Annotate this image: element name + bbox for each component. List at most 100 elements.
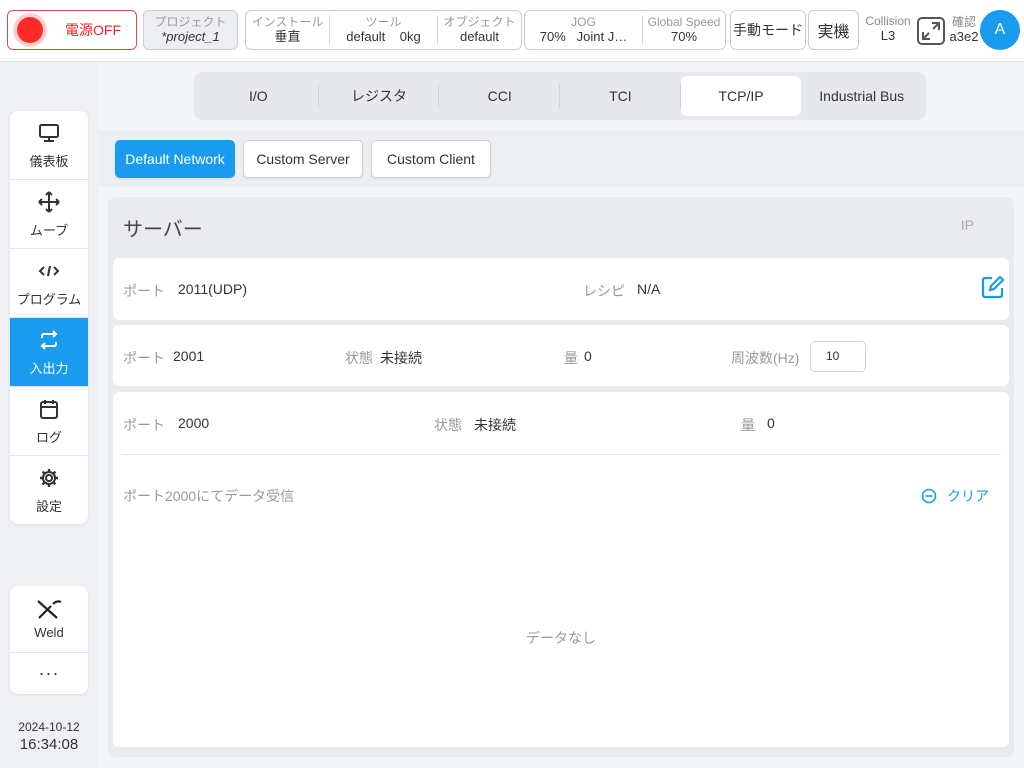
weld-button[interactable]: Weld [10, 586, 88, 653]
clear-button[interactable]: クリア [921, 486, 989, 506]
confirm-status[interactable]: 確認 a3e2 [946, 15, 982, 45]
global-speed-value: 70% [670, 29, 698, 44]
date-text: 2024-10-12 [18, 720, 80, 734]
project-selector[interactable]: プロジェクト *project_1 [143, 10, 238, 50]
object-label: オブジェクト [443, 15, 516, 29]
tab-cci[interactable]: CCI [439, 76, 560, 116]
amount-label: 量 [741, 417, 755, 433]
tool-label: ツール [365, 15, 402, 29]
project-label: プロジェクト [154, 15, 227, 29]
recipe-value: N/A [637, 281, 661, 297]
installation-group[interactable]: インストール 垂直 ツール default 0kg オブジェクト default [245, 10, 522, 50]
jog-group[interactable]: JOG 70% Joint J… Global Speed 70% [524, 10, 726, 50]
tab-tcpip[interactable]: TCP/IP [680, 76, 802, 116]
port-label: ポート [123, 283, 165, 299]
status-label: 状態 [434, 417, 462, 433]
main-content: I/O レジスタ CCI TCI TCP/IP Industrial Bus D… [98, 62, 1024, 768]
tab-register[interactable]: レジスタ [319, 76, 440, 116]
divider [121, 454, 1001, 455]
plugin-panel: Weld ··· [10, 586, 88, 694]
manual-mode-button[interactable]: 手動モード [730, 10, 806, 50]
port-label: ポート [123, 350, 165, 366]
time-text: 16:34:08 [19, 736, 79, 753]
jog-speed: 70% [539, 29, 566, 44]
tab-tci[interactable]: TCI [560, 76, 681, 116]
sidebar-item-label: 儀表板 [29, 153, 69, 169]
collision-level[interactable]: Collision L3 [862, 14, 914, 44]
port-label: ポート [123, 417, 165, 433]
custom-server-button[interactable]: Custom Server [243, 140, 363, 178]
sidebar-item-label: プログラム [16, 291, 82, 307]
weld-label: Weld [34, 625, 64, 640]
minus-circle-icon [921, 488, 937, 504]
status-value: 未接続 [474, 417, 516, 433]
receive-label: ポート2000にてデータ受信 [123, 488, 295, 504]
confirm-label: 確認 [951, 15, 976, 29]
jog-value: 70% Joint J… [525, 29, 642, 45]
global-speed-cell[interactable]: Global Speed 70% [643, 15, 725, 45]
sidebar-item-program[interactable]: プログラム [10, 249, 88, 318]
amount-label: 量 [564, 350, 578, 366]
frequency-input[interactable]: 10 [810, 341, 866, 372]
sidebar-item-log[interactable]: ログ [10, 387, 88, 456]
edit-icon[interactable] [980, 274, 1006, 300]
calendar-icon [38, 397, 60, 421]
tab-io[interactable]: I/O [198, 76, 319, 116]
global-speed-label: Global Speed [647, 15, 721, 29]
port-value: 2001 [173, 348, 205, 364]
custom-client-button[interactable]: Custom Client [371, 140, 491, 178]
object-value: default [459, 29, 500, 44]
clock: 2024-10-12 16:34:08 [10, 720, 88, 753]
collision-label: Collision [865, 14, 911, 28]
swap-icon [38, 328, 60, 352]
sidebar-nav: 儀表板 ムーブ プログラム 入出力 ログ 設定 [10, 111, 88, 524]
ip-label: IP [960, 217, 974, 233]
status-value: 未接続 [380, 350, 422, 366]
empty-state: データなし [526, 630, 596, 646]
gear-icon [38, 466, 60, 490]
status-label: 状態 [345, 350, 373, 366]
sidebar-item-settings[interactable]: 設定 [10, 456, 88, 524]
jog-cell[interactable]: JOG 70% Joint J… [525, 15, 643, 45]
avatar[interactable]: A [980, 10, 1020, 50]
sidebar-item-label: 入出力 [29, 360, 69, 376]
tab-industrial-bus[interactable]: Industrial Bus [801, 76, 922, 116]
install-value: 垂直 [274, 29, 301, 44]
weld-icon [35, 598, 63, 625]
recipe-label: レシピ [583, 283, 625, 299]
port-value: 2011(UDP) [178, 281, 247, 297]
real-machine-button[interactable]: 実機 [808, 10, 859, 50]
network-subtabs: Default Network Custom Server Custom Cli… [98, 130, 1024, 186]
frequency-label: 周波数(Hz) [731, 350, 800, 366]
fullscreen-icon[interactable] [916, 16, 946, 46]
install-cell[interactable]: インストール 垂直 [246, 15, 330, 45]
server-title: サーバー [123, 219, 203, 241]
io-tabs: I/O レジスタ CCI TCI TCP/IP Industrial Bus [194, 72, 926, 120]
tool-weight: 0kg [399, 29, 421, 44]
power-label: 電源OFF [65, 22, 121, 38]
server-row-2001: ポート 2001 状態 未接続 量 0 周波数(Hz) 10 [113, 325, 1009, 386]
tool-value: default 0kg [330, 29, 437, 45]
tool-name: default [346, 29, 386, 44]
amount-value: 0 [584, 348, 592, 364]
server-row-2000: ポート 2000 状態 未接続 量 0 ポート2000にてデータ受信 クリア デ… [113, 392, 1009, 747]
install-label: インストール [251, 15, 324, 29]
sidebar-item-label: ログ [35, 429, 62, 445]
sidebar-item-io[interactable]: 入出力 [10, 318, 88, 387]
jog-mode: Joint J… [576, 29, 628, 44]
server-row-2011: ポート 2011(UDP) レシピ N/A [113, 258, 1009, 320]
object-cell[interactable]: オブジェクト default [438, 15, 521, 45]
amount-value: 0 [767, 415, 775, 431]
sidebar-item-label: ムーブ [29, 222, 69, 238]
project-value: *project_1 [161, 29, 220, 44]
collision-value: L3 [880, 28, 896, 43]
sidebar-item-move[interactable]: ムーブ [10, 180, 88, 249]
monitor-icon [38, 121, 60, 145]
confirm-value: a3e2 [949, 29, 979, 44]
more-button[interactable]: ··· [10, 653, 88, 693]
server-panel: サーバー IP ポート 2011(UDP) レシピ N/A ポート 2001 状… [108, 197, 1014, 757]
default-network-button[interactable]: Default Network [115, 140, 235, 178]
sidebar-item-dashboard[interactable]: 儀表板 [10, 111, 88, 180]
power-button[interactable]: 電源OFF [7, 10, 137, 50]
tool-cell[interactable]: ツール default 0kg [330, 15, 438, 45]
